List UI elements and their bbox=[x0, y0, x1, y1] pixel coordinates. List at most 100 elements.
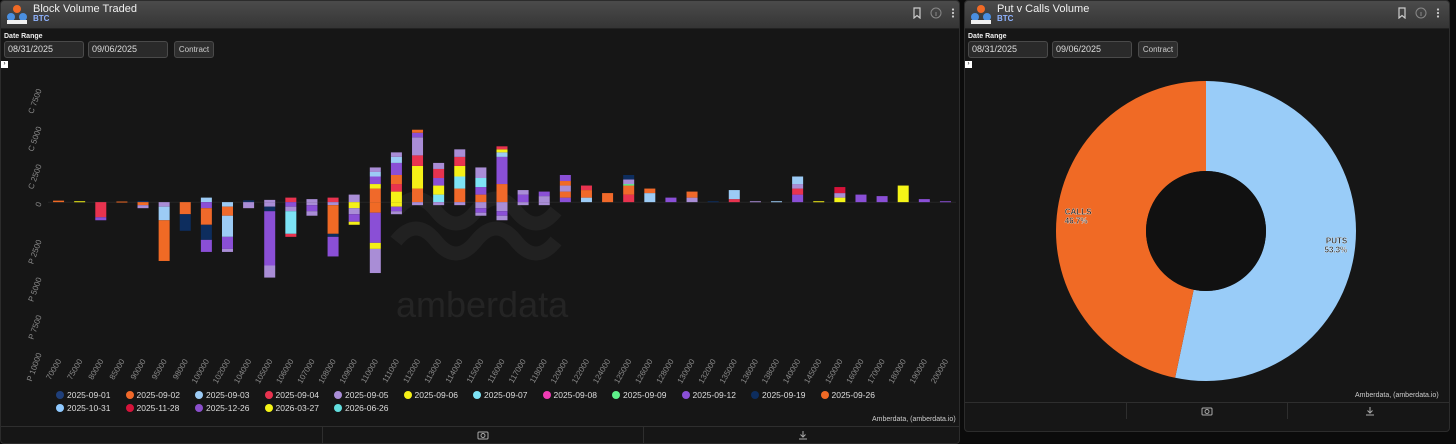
bar-segment-call[interactable] bbox=[939, 201, 951, 203]
bar-segment-call[interactable] bbox=[137, 200, 149, 203]
legend-item[interactable]: 2025-09-07 bbox=[473, 390, 527, 400]
info-icon[interactable] bbox=[1414, 7, 1428, 21]
bar-segment-put[interactable] bbox=[285, 206, 297, 212]
bar-segment-call[interactable] bbox=[390, 191, 402, 203]
bar-segment-put[interactable] bbox=[179, 214, 191, 231]
bar-segment-call[interactable] bbox=[834, 193, 846, 198]
bar-segment-call[interactable] bbox=[475, 167, 487, 179]
bar-segment-call[interactable] bbox=[433, 178, 445, 186]
bar-segment-call[interactable] bbox=[749, 201, 761, 203]
bar-segment-put[interactable] bbox=[221, 206, 233, 216]
legend-item[interactable]: 2025-09-09 bbox=[612, 390, 666, 400]
bar-segment-call[interactable] bbox=[390, 152, 402, 157]
bar-segment-call[interactable] bbox=[686, 191, 698, 198]
bar-segment-put[interactable] bbox=[158, 206, 170, 221]
bar-segment-call[interactable] bbox=[200, 197, 212, 203]
bar-segment-call[interactable] bbox=[369, 176, 381, 185]
bar-segment-call[interactable] bbox=[771, 201, 783, 203]
bar-segment-put[interactable] bbox=[306, 211, 318, 216]
bar-segment-call[interactable] bbox=[369, 171, 381, 177]
bar-segment-call[interactable] bbox=[623, 184, 635, 186]
download-button[interactable] bbox=[1287, 403, 1449, 419]
bar-segment-put[interactable] bbox=[348, 221, 360, 225]
bar-segment-call[interactable] bbox=[454, 165, 466, 177]
bar-segment-call[interactable] bbox=[538, 196, 550, 203]
bar-segment-call[interactable] bbox=[285, 197, 297, 203]
bar-segment-put[interactable] bbox=[221, 248, 233, 252]
bar-segment-call[interactable] bbox=[792, 194, 804, 203]
bar-segment-call[interactable] bbox=[454, 156, 466, 166]
bar-segment-call[interactable] bbox=[475, 187, 487, 195]
legend-item[interactable]: 2026-06-26 bbox=[334, 403, 388, 413]
more-vert-icon[interactable] bbox=[1431, 7, 1445, 21]
bar-segment-put[interactable] bbox=[200, 202, 212, 209]
bar-segment-put[interactable] bbox=[369, 248, 381, 274]
bar-segment-put[interactable] bbox=[285, 202, 297, 207]
bar-segment-call[interactable] bbox=[496, 184, 508, 203]
bar-segment-call[interactable] bbox=[517, 194, 529, 203]
date-from-input[interactable]: 08/31/2025 bbox=[968, 41, 1048, 58]
bar-segment-call[interactable] bbox=[53, 200, 65, 203]
bar-segment-put[interactable] bbox=[390, 211, 402, 215]
bar-segment-call[interactable] bbox=[454, 176, 466, 189]
bar-segment-put[interactable] bbox=[538, 202, 550, 206]
bar-segment-put[interactable] bbox=[348, 214, 360, 222]
legend-item[interactable]: 2025-09-26 bbox=[820, 390, 875, 400]
bar-segment-call[interactable] bbox=[918, 199, 930, 203]
bar-segment-put[interactable] bbox=[369, 242, 381, 249]
bar-segment-call[interactable] bbox=[243, 200, 255, 203]
bar-segment-call[interactable] bbox=[559, 185, 571, 192]
bar-segment-call[interactable] bbox=[644, 188, 656, 194]
bar-segment-put[interactable] bbox=[306, 202, 318, 206]
legend-item[interactable]: 2025-09-01 bbox=[56, 390, 110, 400]
bar-segment-put[interactable] bbox=[496, 211, 508, 216]
legend-item[interactable]: 2026-03-27 bbox=[264, 403, 319, 413]
bar-segment-call[interactable] bbox=[559, 197, 571, 203]
bar-segment-call[interactable] bbox=[855, 194, 867, 203]
legend-item[interactable]: 2025-11-28 bbox=[125, 403, 179, 413]
bar-segment-call[interactable] bbox=[834, 197, 846, 203]
bar-segment-put[interactable] bbox=[264, 202, 276, 207]
bar-segment-call[interactable] bbox=[792, 176, 804, 185]
bar-segment-call[interactable] bbox=[348, 194, 360, 203]
bar-segment-put[interactable] bbox=[137, 205, 149, 209]
bar-segment-call[interactable] bbox=[623, 174, 635, 180]
bar-segment-put[interactable] bbox=[306, 205, 318, 212]
contract-button[interactable]: Contract bbox=[1138, 41, 1178, 58]
bar-segment-call[interactable] bbox=[327, 197, 339, 203]
bar-segment-call[interactable] bbox=[538, 191, 550, 197]
bar-segment-call[interactable] bbox=[580, 190, 592, 198]
bar-segment-put[interactable] bbox=[179, 202, 191, 215]
bar-segment-put[interactable] bbox=[517, 202, 529, 206]
bar-segment-call[interactable] bbox=[433, 194, 445, 203]
legend-item[interactable]: 2025-09-06 bbox=[403, 390, 458, 400]
bar-segment-call[interactable] bbox=[433, 185, 445, 195]
bar-segment-put[interactable] bbox=[433, 202, 445, 206]
bar-segment-put[interactable] bbox=[264, 265, 276, 278]
bar-segment-call[interactable] bbox=[559, 191, 571, 198]
bar-segment-put[interactable] bbox=[285, 233, 297, 237]
bar-segment-put[interactable] bbox=[390, 206, 402, 212]
bar-segment-put[interactable] bbox=[348, 208, 360, 215]
bar-segment-call[interactable] bbox=[412, 137, 424, 156]
bar-segment-call[interactable] bbox=[306, 199, 318, 203]
bar-segment-put[interactable] bbox=[137, 202, 149, 206]
bar-segment-call[interactable] bbox=[686, 197, 698, 203]
bar-segment-put[interactable] bbox=[327, 202, 339, 206]
legend-item[interactable]: 2025-09-02 bbox=[125, 390, 180, 400]
bar-segment-call[interactable] bbox=[390, 156, 402, 163]
bar-segment-call[interactable] bbox=[728, 190, 740, 200]
bar-segment-call[interactable] bbox=[412, 188, 424, 203]
bar-segment-call[interactable] bbox=[559, 174, 571, 182]
bar-segment-put[interactable] bbox=[454, 202, 466, 206]
bar-segment-put[interactable] bbox=[243, 202, 255, 209]
bar-segment-call[interactable] bbox=[369, 184, 381, 189]
bar-segment-put[interactable] bbox=[369, 212, 381, 243]
bar-segment-put[interactable] bbox=[221, 202, 233, 207]
legend-item[interactable]: 2025-09-12 bbox=[681, 390, 736, 400]
bar-segment-put[interactable] bbox=[158, 202, 170, 207]
bar-segment-call[interactable] bbox=[116, 201, 128, 203]
bar-segment-put[interactable] bbox=[348, 202, 360, 209]
legend-item[interactable]: 2025-12-26 bbox=[195, 403, 249, 413]
bar-segment-put[interactable] bbox=[327, 236, 339, 257]
